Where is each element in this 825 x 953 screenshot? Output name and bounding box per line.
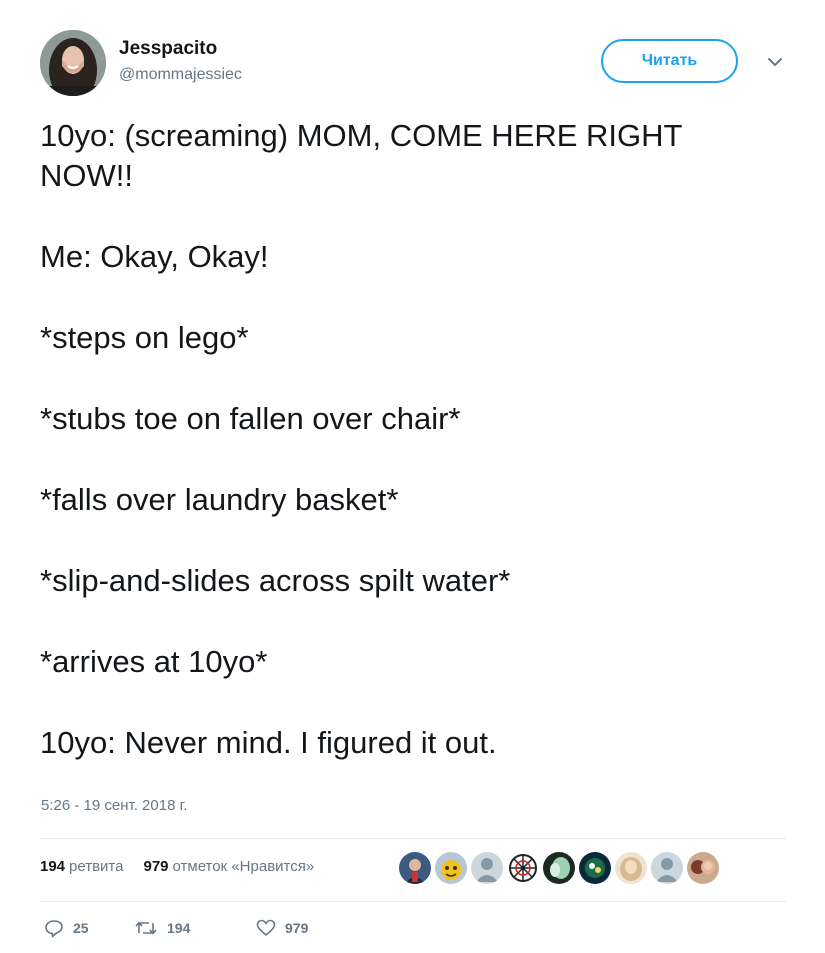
default-avatar-icon[interactable] <box>471 852 503 884</box>
divider <box>40 901 786 902</box>
tweet-paragraph: *falls over laundry basket* <box>40 482 399 517</box>
liker-avatar[interactable] <box>507 852 539 884</box>
retweet-icon <box>134 918 158 938</box>
tweet-paragraph: 10yo: Never mind. I figured it out. <box>40 725 497 760</box>
retweet-count: 194 <box>167 920 191 936</box>
profile-photo-icon <box>40 30 106 96</box>
retweets-count: 194 <box>40 858 66 875</box>
tweet-stats: 194 ретвита 979 отметок «Нравится» <box>40 858 314 875</box>
likes-label: отметок «Нравится» <box>172 858 315 875</box>
likers-avatars <box>399 852 719 884</box>
liker-avatar[interactable] <box>435 852 467 884</box>
user-handle[interactable]: @mommajessiec <box>119 66 242 84</box>
liker-avatar[interactable] <box>399 852 431 884</box>
retweets-stat[interactable]: 194 ретвита <box>40 858 123 875</box>
likes-stat[interactable]: 979 отметок «Нравится» <box>143 858 314 875</box>
divider <box>40 838 786 839</box>
like-button[interactable]: 979 <box>256 918 308 938</box>
reply-icon <box>44 918 64 938</box>
tweet-paragraph: Me: Okay, Okay! <box>40 239 269 274</box>
liker-avatar[interactable] <box>687 852 719 884</box>
liker-avatar[interactable] <box>543 852 575 884</box>
reply-button[interactable]: 25 <box>44 918 134 938</box>
tweet-timestamp[interactable]: 5:26 - 19 сент. 2018 г. <box>41 797 187 814</box>
retweet-button[interactable]: 194 <box>134 918 256 938</box>
tweet-paragraph: 10yo: (screaming) MOM, COME HERE RIGHT N… <box>40 118 682 193</box>
tweet-text: 10yo: (screaming) MOM, COME HERE RIGHT N… <box>40 116 780 763</box>
follow-button[interactable]: Читать <box>601 39 738 83</box>
reply-count: 25 <box>73 920 89 936</box>
default-avatar-icon[interactable] <box>651 852 683 884</box>
tweet-paragraph: *stubs toe on fallen over chair* <box>40 401 461 436</box>
display-name[interactable]: Jesspacito <box>119 38 217 60</box>
tweet-paragraph: *steps on lego* <box>40 320 249 355</box>
likes-count: 979 <box>143 858 169 875</box>
liker-avatar[interactable] <box>579 852 611 884</box>
tweet-paragraph: *arrives at 10yo* <box>40 644 268 679</box>
liker-avatar[interactable] <box>615 852 647 884</box>
tweet-actions: 25 194 979 <box>44 918 308 938</box>
chevron-down-icon[interactable] <box>764 54 786 70</box>
heart-icon <box>256 918 276 938</box>
like-count: 979 <box>285 920 309 936</box>
user-avatar[interactable] <box>40 30 106 96</box>
retweets-label: ретвита <box>69 858 124 875</box>
tweet-paragraph: *slip-and-slides across spilt water* <box>40 563 511 598</box>
